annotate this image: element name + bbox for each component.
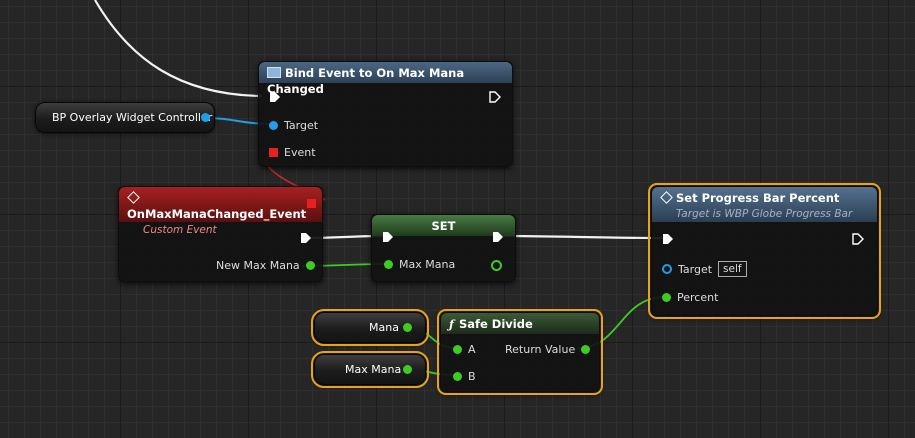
mana-output-pin[interactable]	[403, 323, 412, 332]
exec-out-pin[interactable]	[489, 91, 501, 103]
bp-overlay-widget-controller-node[interactable]: BP Overlay Widget Controller	[35, 102, 215, 133]
safe-divide-node[interactable]: ƒ Safe Divide A B Return Value	[437, 309, 603, 395]
safe-divide-a-label: A	[468, 343, 476, 356]
set-title: SET	[431, 219, 456, 233]
bind-event-pin[interactable]: Event	[269, 146, 316, 159]
progress-target-dot	[662, 264, 672, 274]
bind-event-title: Bind Event to On Max Mana Changed	[267, 66, 465, 96]
bp-overlay-label: BP Overlay Widget Controller	[52, 111, 213, 124]
function-diamond-icon	[660, 191, 673, 204]
custom-event-exec-out-pin[interactable]	[300, 232, 312, 244]
progress-exec-in-pin[interactable]	[662, 233, 674, 245]
progress-target-pin[interactable]: Target self	[662, 261, 747, 277]
custom-event-node[interactable]: OnMaxManaChanged_Event Custom Event New …	[118, 186, 323, 282]
set-progress-header: Set Progress Bar Percent Target is WBP G…	[652, 187, 877, 222]
custom-event-title: OnMaxManaChanged_Event	[127, 207, 307, 221]
bp-overlay-output-pin[interactable]	[201, 113, 210, 122]
exec-in-pin[interactable]	[269, 91, 281, 103]
max-mana-variable-node[interactable]: Max Mana	[311, 351, 429, 388]
set-exec-out-pin[interactable]	[492, 231, 504, 243]
function-f-icon: ƒ	[449, 317, 454, 331]
a-pin-dot	[453, 345, 462, 354]
return-pin-dot	[581, 345, 591, 354]
function-icon	[267, 67, 281, 78]
progress-percent-label: Percent	[677, 291, 719, 304]
set-max-mana-pin[interactable]: Max Mana	[384, 258, 455, 271]
safe-divide-b-label: B	[468, 370, 476, 383]
progress-target-self-field[interactable]: self	[718, 261, 747, 277]
safe-divide-return-label: Return Value	[505, 343, 576, 356]
percent-pin-dot	[662, 293, 671, 302]
delegate-pin-square	[269, 148, 278, 157]
progress-target-label: Target	[678, 262, 713, 276]
event-diamond-icon	[127, 191, 140, 204]
bind-event-node[interactable]: Bind Event to On Max Mana Changed Target…	[258, 61, 513, 167]
b-pin-dot	[453, 372, 462, 381]
progress-exec-out-pin[interactable]	[852, 233, 864, 245]
custom-event-delegate-pin[interactable]	[307, 199, 316, 208]
safe-divide-a-pin[interactable]: A	[453, 343, 476, 356]
set-max-mana-dot	[384, 260, 393, 269]
set-output-pin[interactable]	[491, 260, 502, 271]
safe-divide-title: Safe Divide	[458, 317, 533, 331]
progress-percent-pin[interactable]: Percent	[662, 291, 718, 304]
exec-wire-incoming	[94, 0, 263, 98]
bind-target-pin[interactable]: Target	[269, 119, 318, 132]
bind-target-label: Target	[284, 119, 319, 132]
set-max-mana-label: Max Mana	[399, 258, 456, 271]
custom-event-subtitle: Custom Event	[143, 224, 217, 236]
max-mana-output-pin[interactable]	[403, 365, 412, 374]
set-progress-bar-percent-node[interactable]: Set Progress Bar Percent Target is WBP G…	[648, 183, 881, 319]
safe-divide-header: ƒ Safe Divide	[441, 313, 599, 334]
bind-event-header: Bind Event to On Max Mana Changed	[259, 62, 512, 96]
exec-wire-set-to-progress	[496, 234, 666, 240]
set-progress-subtitle: Target is WBP Globe Progress Bar	[676, 208, 853, 220]
bind-event-label: Event	[284, 146, 316, 159]
max-mana-label: Max Mana	[345, 363, 402, 376]
mana-variable-node[interactable]: Mana	[311, 309, 429, 346]
new-max-mana-label: New Max Mana	[216, 259, 300, 272]
safe-divide-b-pin[interactable]: B	[453, 370, 476, 383]
set-node[interactable]: SET Max Mana	[371, 214, 516, 282]
custom-event-header: OnMaxManaChanged_Event Custom Event	[119, 187, 322, 236]
target-pin-dot	[269, 121, 278, 130]
set-progress-title: Set Progress Bar Percent	[676, 191, 840, 205]
safe-divide-return-pin[interactable]: Return Value	[505, 343, 591, 356]
mana-label: Mana	[369, 321, 399, 334]
set-exec-in-pin[interactable]	[382, 231, 394, 243]
new-max-mana-pin[interactable]: New Max Mana	[216, 259, 315, 272]
new-max-mana-dot	[305, 261, 315, 270]
